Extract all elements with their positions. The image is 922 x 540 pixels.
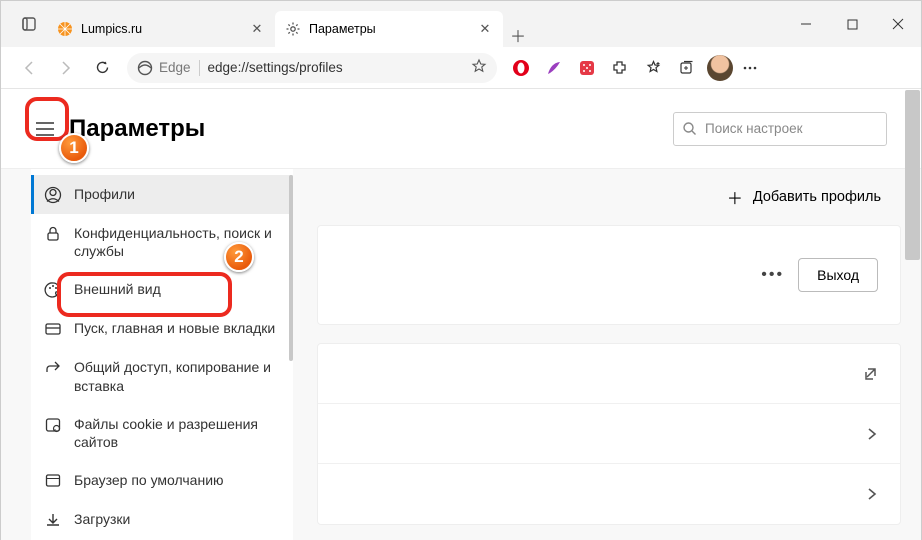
close-icon[interactable]: ✕ <box>477 21 493 37</box>
tab-lumpics[interactable]: Lumpics.ru ✕ <box>47 11 275 47</box>
back-button[interactable] <box>13 52 47 84</box>
browser-icon <box>44 472 62 490</box>
sidebar-label: Пуск, главная и новые вкладки <box>74 319 275 337</box>
content: Параметры Поиск настроек Профили Конфиде… <box>1 89 921 540</box>
edge-icon <box>137 60 153 76</box>
share-icon <box>44 359 62 377</box>
tabstrip: Lumpics.ru ✕ Параметры ✕ ＋ <box>39 1 783 47</box>
sidebar-label: Внешний вид <box>74 280 161 298</box>
page-scrollbar[interactable] <box>905 90 920 260</box>
profile-card: ••• Выход <box>317 225 901 325</box>
sidebar-label: Загрузки <box>74 510 130 528</box>
option-sync[interactable] <box>318 344 900 404</box>
extensions-area <box>505 52 766 84</box>
more-icon[interactable]: ••• <box>761 266 784 284</box>
sidebar-item-profiles[interactable]: Профили <box>31 175 293 214</box>
sidebar-scrollbar[interactable] <box>289 175 293 361</box>
download-icon <box>44 511 62 529</box>
toolbar: Edge edge://settings/profiles <box>1 47 921 89</box>
profile-options-card <box>317 343 901 525</box>
page-title: Параметры <box>69 115 205 143</box>
sidebar-label: Файлы cookie и разрешения сайтов <box>74 415 281 451</box>
profile-icon <box>44 186 62 204</box>
separator <box>199 60 200 76</box>
sidebar-label: Профили <box>74 185 135 203</box>
address-url: edge://settings/profiles <box>208 60 465 75</box>
forward-button[interactable] <box>49 52 83 84</box>
external-icon <box>863 366 878 381</box>
maximize-button[interactable] <box>829 1 875 47</box>
profile-avatar[interactable] <box>707 55 733 81</box>
option-row[interactable] <box>318 404 900 464</box>
menu-button[interactable] <box>734 52 766 84</box>
extensions-button[interactable] <box>604 52 636 84</box>
favorite-icon[interactable] <box>471 58 487 77</box>
tab-settings[interactable]: Параметры ✕ <box>275 11 503 47</box>
collections-button[interactable] <box>670 52 702 84</box>
close-button[interactable] <box>875 1 921 47</box>
ext-red-icon[interactable] <box>571 52 603 84</box>
ext-opera-icon[interactable] <box>505 52 537 84</box>
sidebar-item-share[interactable]: Общий доступ, копирование и вставка <box>31 348 293 404</box>
sidebar-label: Общий доступ, копирование и вставка <box>74 358 281 394</box>
titlebar: Lumpics.ru ✕ Параметры ✕ ＋ <box>1 1 921 47</box>
sign-out-button[interactable]: Выход <box>798 258 878 292</box>
lumpics-favicon <box>57 21 73 37</box>
search-input[interactable]: Поиск настроек <box>673 112 887 146</box>
ext-feather-icon[interactable] <box>538 52 570 84</box>
plus-icon: ＋ <box>727 185 743 209</box>
sidebar-item-cookies[interactable]: Файлы cookie и разрешения сайтов <box>31 405 293 461</box>
minimize-button[interactable] <box>783 1 829 47</box>
palette-icon <box>44 281 62 299</box>
add-profile-button[interactable]: ＋ Добавить профиль <box>317 169 901 225</box>
main-column: ＋ Добавить профиль ••• Выход <box>317 169 901 540</box>
sidebar-label: Конфиденциальность, поиск и службы <box>74 224 281 260</box>
sidebar-item-privacy[interactable]: Конфиденциальность, поиск и службы <box>31 214 293 270</box>
settings-sidebar: Профили Конфиденциальность, поиск и служ… <box>31 169 293 540</box>
reload-button[interactable] <box>85 52 119 84</box>
address-bar[interactable]: Edge edge://settings/profiles <box>127 53 497 83</box>
sidebar-item-default-browser[interactable]: Браузер по умолчанию <box>31 461 293 500</box>
new-tab-button[interactable]: ＋ <box>503 23 533 47</box>
chevron-right-icon <box>866 488 878 500</box>
sidebar-item-appearance[interactable]: Внешний вид <box>31 270 293 309</box>
window-menu-button[interactable] <box>19 1 39 47</box>
page-header: Параметры Поиск настроек <box>1 89 921 169</box>
lock-icon <box>44 225 62 243</box>
gear-icon <box>285 21 301 37</box>
sidebar-item-start[interactable]: Пуск, главная и новые вкладки <box>31 309 293 348</box>
close-icon[interactable]: ✕ <box>249 21 265 37</box>
option-row[interactable] <box>318 464 900 524</box>
add-profile-label: Добавить профиль <box>753 189 881 205</box>
chevron-right-icon <box>866 428 878 440</box>
sidebar-item-downloads[interactable]: Загрузки <box>31 500 293 539</box>
tabs-icon <box>44 320 62 338</box>
address-brand: Edge <box>159 60 191 75</box>
favorites-button[interactable] <box>637 52 669 84</box>
cookie-icon <box>44 416 62 434</box>
tab-label: Параметры <box>309 22 477 36</box>
sidebar-label: Браузер по умолчанию <box>74 471 224 489</box>
hamburger-button[interactable] <box>27 111 63 147</box>
search-placeholder: Поиск настроек <box>705 121 803 136</box>
window-controls <box>783 1 921 47</box>
tab-label: Lumpics.ru <box>81 22 249 36</box>
